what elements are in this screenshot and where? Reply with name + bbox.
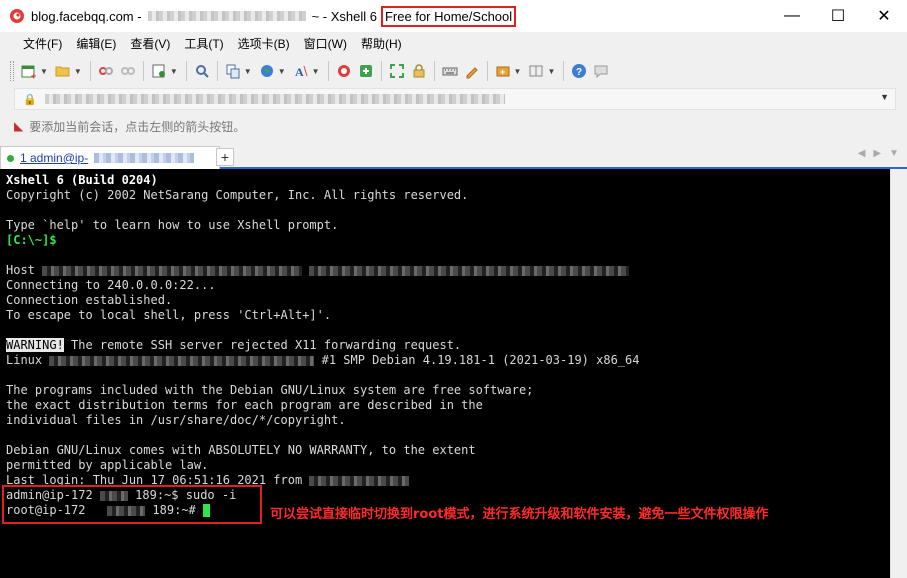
redacted-address: [44, 94, 505, 104]
properties-icon[interactable]: [148, 60, 170, 82]
disconnect-icon[interactable]: [117, 60, 139, 82]
address-bar[interactable]: 🔒 ▼: [14, 88, 896, 110]
open-folder-icon[interactable]: [52, 60, 74, 82]
title-host: blog.facebqq.com -: [31, 8, 142, 24]
tab-next-icon[interactable]: ▶: [873, 148, 881, 159]
terminal-line: The programs included with the Debian GN…: [6, 383, 534, 397]
terminal-scrollbar[interactable]: [890, 169, 907, 578]
xshell-icon[interactable]: [333, 60, 355, 82]
toolbar: + ▼ ▼ ▼ ▼ ▼ A ▼ + ▼ ▼ ?: [0, 57, 907, 85]
connect-icon[interactable]: [95, 60, 117, 82]
local-prompt: [C:\~]$: [6, 233, 57, 247]
chevron-down-icon[interactable]: ▼: [170, 67, 178, 76]
font-icon[interactable]: A: [290, 60, 312, 82]
menu-help[interactable]: 帮助(H): [354, 33, 409, 55]
xftp-icon[interactable]: [355, 60, 377, 82]
app-logo-icon: [10, 9, 24, 23]
tab-navigation: ◀ ▶ ▼: [858, 148, 899, 159]
close-button[interactable]: ✕: [861, 0, 907, 32]
session-tab[interactable]: 1 admin@ip-: [0, 146, 220, 169]
maximize-button[interactable]: ☐: [815, 0, 861, 32]
chevron-down-icon[interactable]: ▼: [880, 92, 889, 102]
terminal-line: Host: [6, 263, 890, 278]
terminal-line: To escape to local shell, press 'Ctrl+Al…: [6, 308, 332, 322]
session-hint: ◣ 要添加当前会话，点击左侧的箭头按钮。: [14, 116, 245, 136]
terminal-line: Connecting to 240.0.0.0:22...: [6, 278, 216, 292]
terminal-line: Linux #1 SMP Debian 4.19.181-1 (2021-03-…: [6, 353, 640, 367]
tab-bar: 1 admin@ip- + ◀ ▶ ▼: [0, 144, 907, 169]
annotation-text: 可以尝试直接临时切换到root模式，进行系统升级和软件安装，避免一些文件权限操作: [270, 507, 769, 522]
chevron-down-icon[interactable]: ▼: [40, 67, 48, 76]
warning-tag: WARNING!: [6, 338, 64, 352]
tab-label: 1 admin@ip-: [20, 151, 89, 165]
menu-bar: 文件(F) 编辑(E) 查看(V) 工具(T) 选项卡(B) 窗口(W) 帮助(…: [0, 32, 907, 56]
terminal-line: permitted by applicable law.: [6, 458, 209, 472]
compose-icon[interactable]: +: [492, 60, 514, 82]
chevron-down-icon[interactable]: ▼: [244, 67, 252, 76]
terminal-line: Debian GNU/Linux comes with ABSOLUTELY N…: [6, 443, 476, 457]
chevron-down-icon[interactable]: ▼: [312, 67, 320, 76]
tab-list-icon[interactable]: ▼: [889, 148, 899, 159]
toolbar-grip: [10, 61, 14, 81]
menu-edit[interactable]: 编辑(E): [69, 33, 123, 55]
terminal[interactable]: Xshell 6 (Build 0204) Copyright (c) 2002…: [0, 169, 890, 578]
menu-view[interactable]: 查看(V): [123, 33, 177, 55]
copy-paste-icon[interactable]: [222, 60, 244, 82]
tab-prev-icon[interactable]: ◀: [858, 148, 866, 159]
svg-text:+: +: [31, 71, 36, 79]
help-icon[interactable]: ?: [568, 60, 590, 82]
title-app: ~ - Xshell 6: [311, 8, 377, 24]
chevron-down-icon[interactable]: ▼: [514, 67, 522, 76]
add-tab-button[interactable]: +: [216, 148, 234, 166]
fullscreen-icon[interactable]: [386, 60, 408, 82]
menu-file[interactable]: 文件(F): [16, 33, 69, 55]
hint-text: 要添加当前会话，点击左侧的箭头按钮。: [29, 119, 246, 134]
title-bar: blog.facebqq.com - ~ - Xshell 6 Free for…: [0, 0, 907, 32]
lock-icon[interactable]: [408, 60, 430, 82]
find-icon[interactable]: [191, 60, 213, 82]
terminal-line: Connection established.: [6, 293, 173, 307]
terminal-line: Type `help' to learn how to use Xshell p…: [6, 218, 339, 232]
terminal-line: Copyright (c) 2002 NetSarang Computer, I…: [6, 188, 469, 202]
redacted-text: [147, 11, 306, 21]
new-session-icon[interactable]: +: [18, 60, 40, 82]
menu-window[interactable]: 窗口(W): [297, 33, 354, 55]
chat-icon[interactable]: [590, 60, 612, 82]
menu-tools[interactable]: 工具(T): [177, 33, 230, 55]
redacted-tab-host: [94, 153, 195, 163]
globe-icon[interactable]: [256, 60, 278, 82]
highlight-box: [2, 485, 262, 524]
chevron-down-icon[interactable]: ▼: [547, 67, 555, 76]
terminal-line: individual files in /usr/share/doc/*/cop…: [6, 413, 346, 427]
connected-status-icon: [7, 154, 14, 162]
svg-text:A: A: [295, 65, 304, 79]
keyboard-icon[interactable]: [439, 60, 461, 82]
terminal-line: the exact distribution terms for each pr…: [6, 398, 483, 412]
window-title: blog.facebqq.com - ~ - Xshell 6 Free for…: [31, 5, 517, 27]
minimize-button[interactable]: —: [769, 0, 815, 32]
chevron-down-icon[interactable]: ▼: [278, 67, 286, 76]
svg-text:+: +: [500, 67, 505, 77]
arrow-icon[interactable]: ◣: [14, 119, 23, 133]
menu-tabs[interactable]: 选项卡(B): [231, 33, 297, 55]
svg-text:?: ?: [576, 67, 582, 78]
warning-line: WARNING! The remote SSH server rejected …: [6, 338, 462, 352]
chevron-down-icon[interactable]: ▼: [74, 67, 82, 76]
title-license-highlight: Free for Home/School: [380, 5, 517, 27]
layout-icon[interactable]: [525, 60, 547, 82]
lock-icon: 🔒: [23, 93, 37, 106]
highlight-icon[interactable]: [461, 60, 483, 82]
terminal-line: Xshell 6 (Build 0204): [6, 173, 158, 187]
